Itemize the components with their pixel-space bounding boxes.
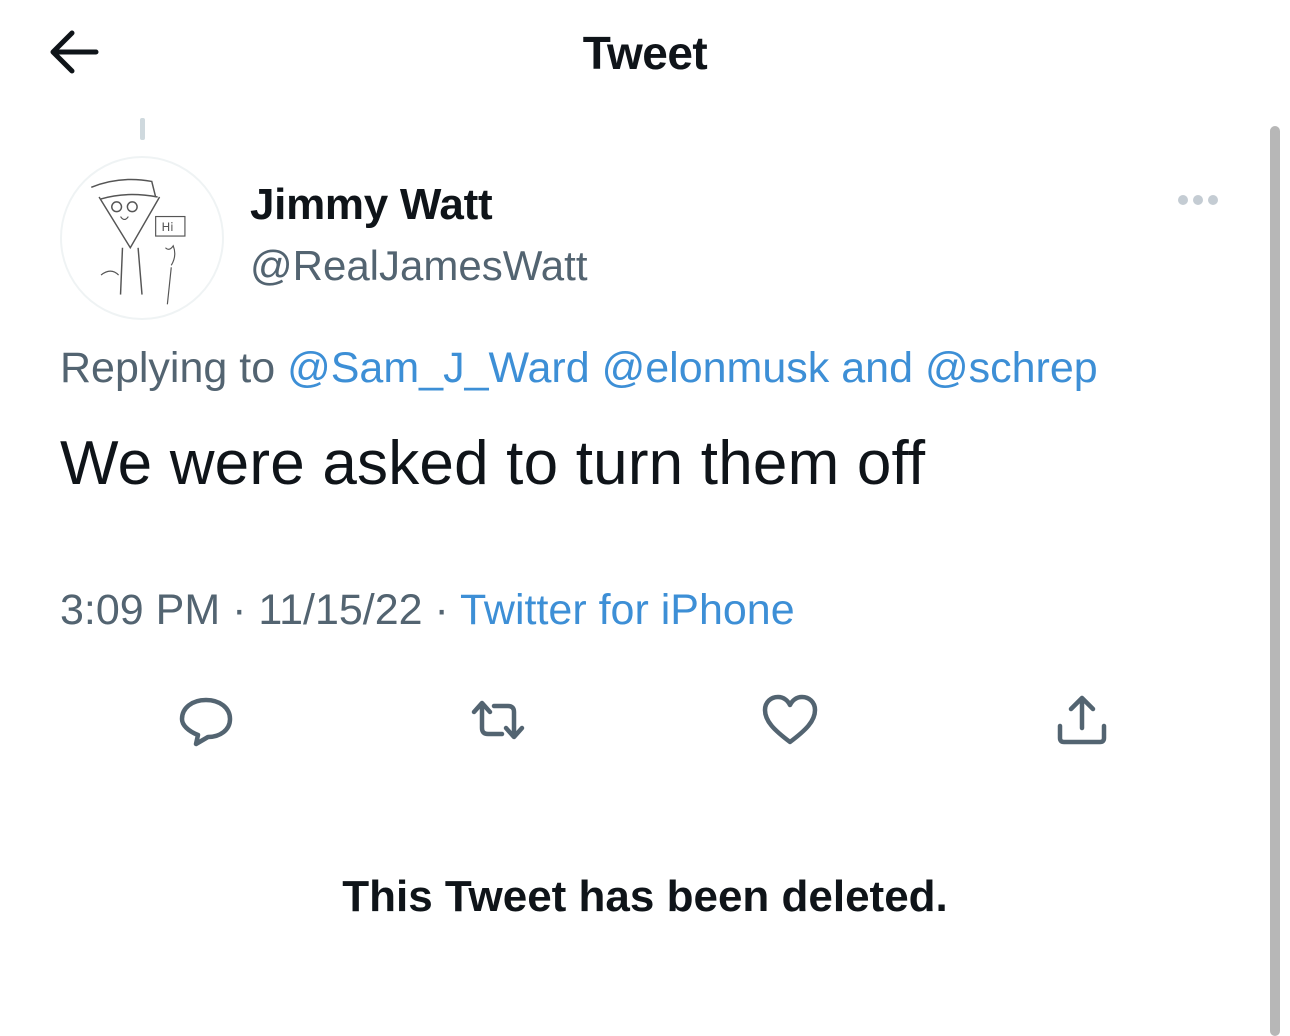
tweet-page: Tweet Hi Jimmy Watt @RealJamesWatt Reply… (0, 0, 1290, 1036)
reply-button[interactable] (176, 690, 236, 750)
replying-to-line: Replying to @Sam_J_Ward @elonmusk and @s… (60, 344, 1098, 393)
thread-connector (140, 118, 145, 140)
author-handle[interactable]: @RealJamesWatt (250, 242, 588, 290)
deleted-tweet-notice: This Tweet has been deleted. (342, 872, 948, 921)
mention-sam-j-ward[interactable]: @Sam_J_Ward (287, 344, 590, 392)
replying-to-label: Replying to (60, 344, 276, 392)
author-display-name[interactable]: Jimmy Watt (250, 180, 493, 230)
tweet-text: We were asked to turn them off (60, 429, 926, 498)
page-title: Tweet (582, 27, 708, 79)
tweet-date[interactable]: 11/15/22 (258, 586, 422, 634)
scrollbar[interactable] (1270, 126, 1280, 1036)
retweet-icon (471, 700, 525, 740)
share-icon (1057, 695, 1107, 745)
mention-conjunction[interactable]: and (841, 344, 913, 392)
heart-icon (762, 694, 818, 745)
meta-separator: · (434, 586, 449, 634)
more-options-button[interactable] (1178, 192, 1230, 222)
retweet-button[interactable] (468, 690, 528, 750)
like-button[interactable] (760, 690, 820, 750)
mention-schrep[interactable]: @schrep (925, 344, 1098, 392)
avatar[interactable]: Hi (60, 156, 224, 320)
tweet-time[interactable]: 3:09 PM (60, 586, 220, 634)
mention-elonmusk[interactable]: @elonmusk (602, 344, 830, 392)
avatar-sketch-image: Hi (90, 178, 186, 305)
tweet-source-link[interactable]: Twitter for iPhone (460, 586, 795, 634)
more-dot-icon (1178, 195, 1188, 205)
reply-icon (179, 697, 233, 747)
avatar-bubble-text: Hi (162, 220, 174, 234)
tweet-meta: 3:09 PM · 11/15/22 · Twitter for iPhone (60, 586, 795, 635)
tweet-actions-bar (0, 690, 1290, 750)
share-button[interactable] (1052, 690, 1112, 750)
more-dot-icon (1193, 195, 1203, 205)
meta-separator: · (232, 586, 247, 634)
more-dot-icon (1208, 195, 1218, 205)
